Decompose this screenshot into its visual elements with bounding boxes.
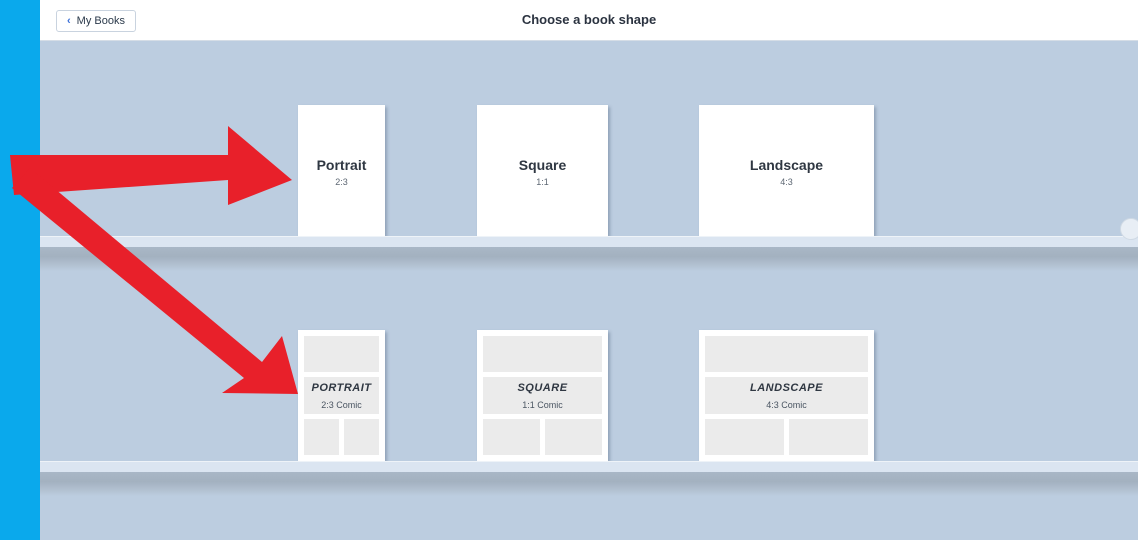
arrow-to-comic-portrait	[12, 168, 298, 394]
annotation-arrows	[10, 126, 298, 394]
